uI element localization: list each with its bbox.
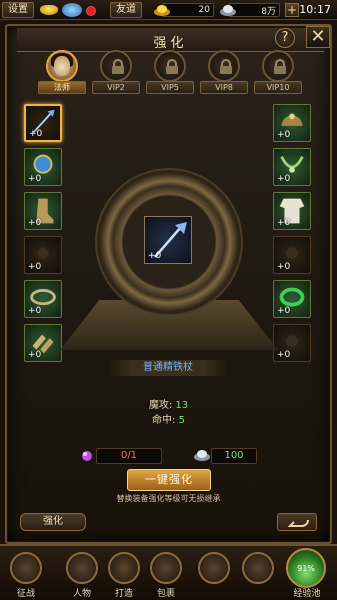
gold-counter: 20 — [154, 3, 214, 17]
item-name: 普通精铁杖 — [108, 360, 228, 376]
tab-mage[interactable]: 法师 — [38, 48, 86, 98]
equip-slot-belt[interactable]: +0 — [24, 280, 62, 318]
equip-slot-shoes[interactable]: +0 — [24, 324, 62, 362]
nav-label: 包裹 — [156, 589, 175, 599]
enhance-level: +0 — [277, 262, 291, 272]
enhance-level: +0 — [28, 262, 42, 272]
enhance-level: +0 — [277, 130, 291, 140]
nav-label: 打造 — [114, 589, 133, 599]
lock-icon — [220, 59, 232, 74]
equip-slot-helmet[interactable]: +0 — [273, 104, 311, 142]
enhance-target-slot[interactable]: +0 — [144, 216, 192, 264]
stat-accuracy: 命中: 5 — [0, 411, 337, 426]
enhance-level: +0 — [28, 218, 42, 228]
enhance-level: +0 — [28, 350, 42, 360]
silver-counter: 8万 — [220, 3, 280, 17]
stat-magic-attack: 魔攻: 13 — [0, 396, 337, 411]
silver-cost: 100 — [211, 448, 257, 464]
tab-label: VIP8 — [200, 81, 248, 94]
nav-bag[interactable]: 包裹 — [146, 552, 186, 600]
enhance-level: +0 — [277, 218, 291, 228]
tab-label: VIP2 — [92, 81, 140, 94]
notification-dot-icon — [86, 6, 96, 16]
equip-slot-ring[interactable]: +0 — [273, 280, 311, 318]
tab-vip10[interactable]: VIP10 — [254, 48, 302, 98]
lock-icon — [166, 59, 178, 74]
enhance-level: +0 — [28, 306, 42, 316]
clock: 10:17 — [299, 3, 331, 16]
enhance-level: +0 — [28, 174, 42, 184]
exp-pool-value: 91% — [297, 564, 315, 573]
pet-icon[interactable] — [62, 3, 82, 17]
stat-value: 13 — [175, 400, 189, 411]
lock-icon — [274, 59, 286, 74]
enhance-level: +0 — [148, 251, 162, 261]
crossed-swords-icon — [10, 552, 42, 584]
tab-label: 法师 — [38, 81, 86, 94]
equip-slot-weapon[interactable]: +0 — [24, 104, 62, 142]
silver-ingot-icon — [220, 5, 236, 16]
nav-forge[interactable]: 打造 — [104, 552, 144, 600]
friends-button[interactable]: 友道 — [110, 2, 142, 18]
recharge-plus-button[interactable]: + — [285, 3, 299, 17]
equip-slot-empty[interactable]: +0 — [273, 236, 311, 274]
settings-button[interactable]: 设置 — [2, 1, 34, 18]
nav-locked-1[interactable] — [194, 552, 234, 600]
bottom-nav: 征战 人物 打造 包裹 91% 经验池 — [0, 544, 337, 600]
inherit-hint: 替换装备强化等级可无损继承 — [116, 494, 221, 503]
enhance-level: +0 — [277, 174, 291, 184]
close-button[interactable]: ✕ — [306, 26, 330, 48]
nav-label: 征战 — [16, 589, 35, 599]
enhance-level: +0 — [277, 306, 291, 316]
lock-icon — [242, 552, 274, 584]
nav-label: 人物 — [72, 589, 91, 599]
gem-icon — [82, 451, 92, 461]
anvil-icon — [108, 552, 140, 584]
equip-slot-bracelet[interactable]: +0 — [24, 148, 62, 186]
tab-vip2[interactable]: VIP2 — [92, 48, 140, 98]
enhance-level: +0 — [277, 350, 291, 360]
mage-portrait-icon — [46, 50, 78, 82]
exp-pool-orb[interactable]: 91% — [286, 548, 326, 588]
equip-slot-armor[interactable]: +0 — [273, 192, 311, 230]
help-button[interactable]: ? — [275, 28, 295, 48]
enhance-level: +0 — [29, 129, 43, 139]
return-arrow-icon — [287, 519, 309, 527]
silver-ingot-icon — [194, 450, 210, 461]
gold-ingot-icon — [154, 5, 170, 16]
one-click-enhance-button[interactable]: 一键强化 — [127, 469, 211, 491]
tab-label: VIP5 — [146, 81, 194, 94]
status-bar: 设置 友道 20 8万 + 10:17 — [0, 0, 337, 20]
equip-slot-necklace[interactable]: +0 — [273, 148, 311, 186]
tab-label: VIP10 — [254, 81, 302, 94]
stat-value: 5 — [178, 415, 185, 426]
back-button[interactable] — [277, 513, 317, 531]
equip-slot-empty[interactable]: +0 — [24, 236, 62, 274]
nav-locked-2[interactable] — [238, 552, 278, 600]
stat-label: 命中: — [152, 415, 176, 426]
equip-slot-boots[interactable]: +0 — [24, 192, 62, 230]
gem-cost: 0/1 — [96, 448, 162, 464]
tab-vip8[interactable]: VIP8 — [200, 48, 248, 98]
nav-character[interactable]: 人物 — [62, 552, 102, 600]
stat-label: 魔攻: — [148, 400, 173, 411]
tab-vip5[interactable]: VIP5 — [146, 48, 194, 98]
nav-battle[interactable]: 征战 — [6, 552, 46, 600]
character-icon — [66, 552, 98, 584]
equip-slot-empty[interactable]: +0 — [273, 324, 311, 362]
nav-label: 经验池 — [293, 589, 321, 599]
gold-value: 20 — [198, 5, 210, 15]
lock-icon — [198, 552, 230, 584]
lock-icon — [112, 59, 124, 74]
tab-enhance-bottom[interactable]: 强化 — [20, 513, 86, 531]
silver-value: 8万 — [261, 6, 276, 17]
gold-ingot-icon — [40, 4, 58, 15]
bag-icon — [150, 552, 182, 584]
